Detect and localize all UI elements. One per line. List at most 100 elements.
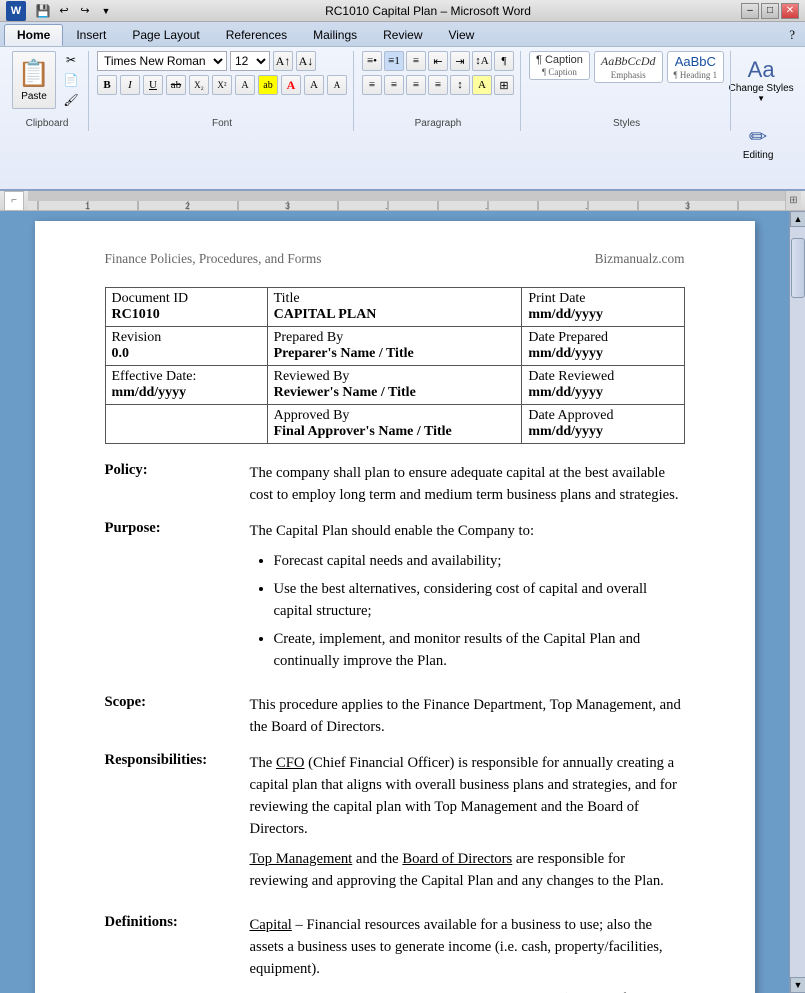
- font-size-select[interactable]: 12: [230, 51, 270, 71]
- document-wrapper: Finance Policies, Procedures, and Forms …: [0, 211, 805, 993]
- paste-icon: 📋: [18, 59, 50, 89]
- resp-prefix1: The: [250, 755, 276, 771]
- minimize-button[interactable]: –: [741, 3, 759, 19]
- quick-access-toolbar: 💾 ↩ ↪ ▼: [34, 2, 115, 20]
- numbering-button[interactable]: ≡1: [384, 51, 404, 71]
- ruler-corner-button[interactable]: ⌐: [4, 191, 24, 211]
- title-label: Title: [274, 291, 516, 307]
- list-item: Forecast capital needs and availability;: [274, 550, 685, 572]
- svg-text:3: 3: [285, 201, 290, 211]
- style-emphasis[interactable]: AaBbCcDd Emphasis: [594, 51, 663, 83]
- style-heading1[interactable]: AaBbC ¶ Heading 1: [667, 51, 725, 83]
- multilevel-button[interactable]: ≡: [406, 51, 426, 71]
- align-center-button[interactable]: ≡: [384, 75, 404, 95]
- scroll-track: [790, 227, 805, 977]
- clipboard-sub-buttons: ✂ 📄 🖌: [60, 51, 82, 109]
- ruler-end-button[interactable]: ⊞: [785, 191, 801, 211]
- paste-button[interactable]: 📋 Paste: [12, 51, 56, 109]
- tab-insert[interactable]: Insert: [63, 24, 119, 46]
- underline-button[interactable]: U: [143, 75, 163, 95]
- resp-mid2: and the: [352, 851, 402, 867]
- font-row1: Times New Roman 12 A↑ A↓: [97, 51, 316, 71]
- table-cell-reviewedby: Reviewed By Reviewer's Name / Title: [267, 366, 522, 405]
- decrease-font-button[interactable]: A↓: [296, 51, 316, 71]
- style-heading1-label: ¶ Heading 1: [674, 70, 718, 80]
- text-effects-button[interactable]: A: [235, 75, 255, 95]
- show-hide-button[interactable]: ¶: [494, 51, 514, 71]
- redo-button[interactable]: ↪: [76, 2, 94, 20]
- style-caption[interactable]: ¶ Caption ¶ Caption: [529, 51, 590, 80]
- bold-button[interactable]: B: [97, 75, 117, 95]
- scroll-thumb[interactable]: [791, 238, 805, 298]
- undo-button[interactable]: ↩: [55, 2, 73, 20]
- font-name-select[interactable]: Times New Roman: [97, 51, 227, 71]
- align-left-button[interactable]: ≡: [362, 75, 382, 95]
- close-button[interactable]: ✕: [781, 3, 799, 19]
- responsibilities-section: Responsibilities: The CFO (Chief Financi…: [105, 752, 685, 900]
- format-painter-button[interactable]: 🖌: [60, 91, 82, 109]
- change-styles-button[interactable]: Aa Change Styles ▼: [733, 51, 789, 109]
- superscript-button[interactable]: X²: [212, 75, 232, 95]
- qa-dropdown[interactable]: ▼: [97, 2, 115, 20]
- printdate-value: mm/dd/yyyy: [528, 307, 677, 323]
- shading-button[interactable]: A: [472, 75, 492, 95]
- dateapproved-label: Date Approved: [528, 408, 677, 424]
- italic-button[interactable]: I: [120, 75, 140, 95]
- borders-button[interactable]: ⊞: [494, 75, 514, 95]
- tab-view[interactable]: View: [436, 24, 488, 46]
- table-cell-empty: [105, 405, 267, 444]
- tab-mailings[interactable]: Mailings: [300, 24, 370, 46]
- font-size-grow[interactable]: A: [304, 75, 324, 95]
- copy-button[interactable]: 📄: [60, 71, 82, 89]
- purpose-section: Purpose: The Capital Plan should enable …: [105, 520, 685, 680]
- dateapproved-value: mm/dd/yyyy: [528, 424, 677, 440]
- editing-label: Editing: [743, 150, 774, 161]
- align-right-button[interactable]: ≡: [406, 75, 426, 95]
- policy-content: The company shall plan to ensure adequat…: [250, 462, 685, 506]
- editing-button[interactable]: ✏ Editing: [733, 113, 783, 171]
- document-area[interactable]: Finance Policies, Procedures, and Forms …: [0, 211, 789, 993]
- highlight-button[interactable]: ab: [258, 75, 278, 95]
- cut-button[interactable]: ✂: [60, 51, 82, 69]
- tab-home[interactable]: Home: [4, 24, 63, 46]
- style-heading1-preview: AaBbC: [675, 54, 716, 69]
- maximize-button[interactable]: □: [761, 3, 779, 19]
- list-item: Create, implement, and monitor results o…: [274, 628, 685, 672]
- ribbon-tab-bar: Home Insert Page Layout References Maili…: [0, 22, 805, 46]
- justify-button[interactable]: ≡: [428, 75, 448, 95]
- strikethrough-button[interactable]: ab: [166, 75, 186, 95]
- tab-references[interactable]: References: [213, 24, 300, 46]
- save-button[interactable]: 💾: [34, 2, 52, 20]
- font-label: Font: [91, 118, 353, 129]
- list-item: Use the best alternatives, considering c…: [274, 578, 685, 622]
- scroll-up-arrow[interactable]: ▲: [790, 211, 805, 227]
- decrease-indent-button[interactable]: ⇤: [428, 51, 448, 71]
- table-cell-printdate-label: Print Date mm/dd/yyyy: [522, 288, 684, 327]
- increase-indent-button[interactable]: ⇥: [450, 51, 470, 71]
- svg-text:.: .: [585, 201, 588, 211]
- definition-1: Capital – Financial resources available …: [250, 914, 685, 980]
- scrollbar-vertical[interactable]: ▲ ▼: [789, 211, 805, 993]
- document-table: Document ID RC1010 Title CAPITAL PLAN Pr…: [105, 287, 685, 444]
- line-spacing-button[interactable]: ↕: [450, 75, 470, 95]
- scope-content: This procedure applies to the Finance De…: [250, 694, 685, 738]
- subscript-button[interactable]: X₂: [189, 75, 209, 95]
- responsibilities-para1: The CFO (Chief Financial Officer) is res…: [250, 752, 685, 840]
- font-size-shrink[interactable]: A: [327, 75, 347, 95]
- paste-label: Paste: [21, 91, 47, 102]
- word-icon: W: [6, 1, 26, 21]
- bullets-button[interactable]: ≡•: [362, 51, 382, 71]
- datereviewed-label: Date Reviewed: [528, 369, 677, 385]
- font-group: Times New Roman 12 A↑ A↓ B I U ab X₂ X² …: [91, 51, 354, 131]
- ribbon-help[interactable]: ?: [783, 24, 801, 46]
- table-row-2: Revision 0.0 Prepared By Preparer's Name…: [105, 327, 684, 366]
- title-bar: W 💾 ↩ ↪ ▼ RC1010 Capital Plan – Microsof…: [0, 0, 805, 22]
- sort-button[interactable]: ↕A: [472, 51, 492, 71]
- approvedby-label: Approved By: [274, 408, 516, 424]
- tab-page-layout[interactable]: Page Layout: [119, 24, 212, 46]
- tab-review[interactable]: Review: [370, 24, 435, 46]
- ribbon-home-content: 📋 Paste ✂ 📄 🖌 Clipboard Times New Roman: [0, 46, 805, 189]
- font-color-button[interactable]: A: [281, 75, 301, 95]
- increase-font-button[interactable]: A↑: [273, 51, 293, 71]
- scroll-down-arrow[interactable]: ▼: [790, 977, 805, 993]
